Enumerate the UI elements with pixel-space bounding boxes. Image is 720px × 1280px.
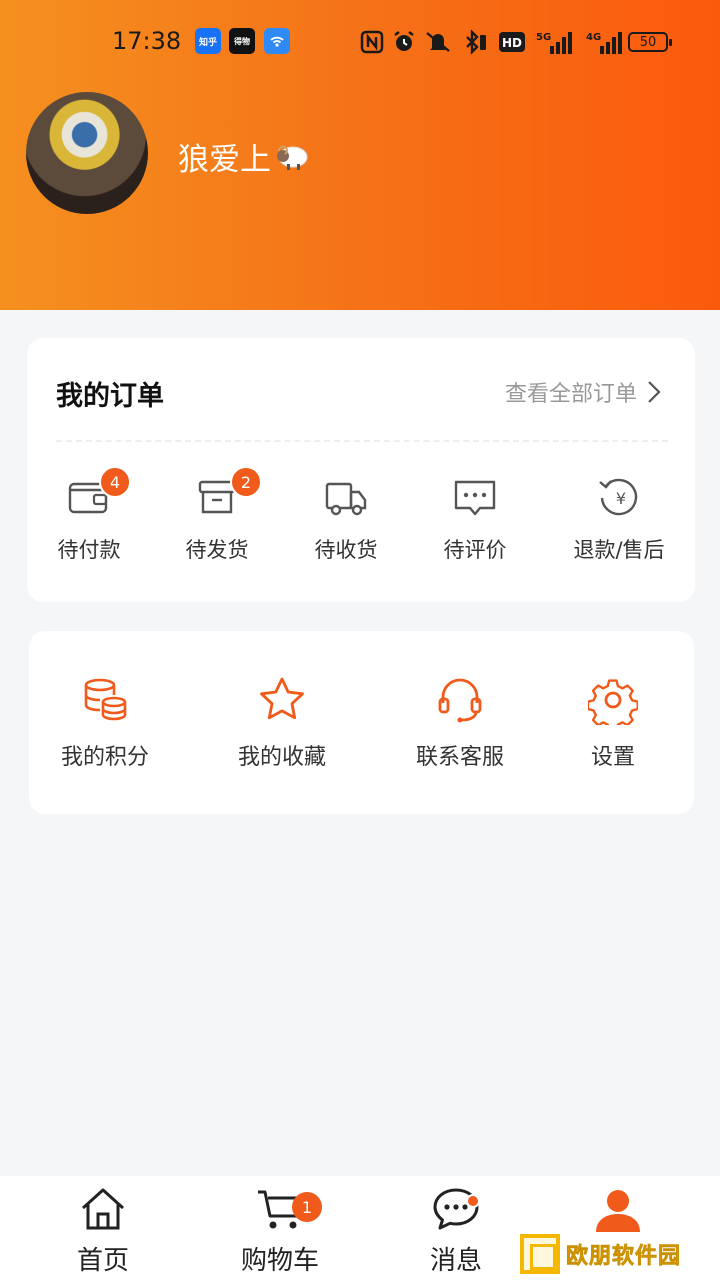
hd-icon: HD: [499, 32, 525, 52]
bluetooth-icon: [466, 30, 486, 54]
coins-icon: [84, 678, 127, 721]
svg-text:HD: HD: [502, 36, 522, 50]
star-icon: [260, 677, 304, 720]
orders-card: 我的订单 查看全部订单 4 待付款 2 待发货 待收货 待评价 ¥ 退款/售后: [27, 338, 695, 602]
watermark-icon: [520, 1234, 560, 1274]
zhihu-app-icon: 知乎: [195, 28, 221, 54]
nfc-icon: [360, 30, 384, 54]
tab-messages[interactable]: 消息: [386, 1186, 526, 1277]
pending-payment-badge: 4: [99, 466, 131, 498]
gear-icon: [588, 679, 638, 725]
truck-icon: [325, 482, 367, 516]
pending-shipment-badge: 2: [230, 466, 262, 498]
status-bar: 17:38 知乎 得物 HD 5G 4G 50: [0, 24, 720, 60]
service-label: 设置: [590, 745, 635, 770]
order-status-pending-review[interactable]: 待评价: [410, 474, 540, 564]
order-status-label: 待收货: [314, 538, 378, 562]
mute-icon: [426, 32, 450, 52]
tab-cart[interactable]: 1 购物车: [210, 1186, 350, 1277]
status-time: 17:38: [112, 27, 182, 55]
profile-header: 17:38 知乎 得物 HD 5G 4G 50 狼爱上: [0, 0, 720, 310]
services-card: 我的积分 我的收藏 联系客服 设置: [29, 631, 694, 814]
signal-5g-icon: 5G: [536, 32, 572, 54]
chevron-right-icon: [648, 381, 661, 403]
battery-indicator: 50: [628, 32, 672, 52]
orders-title: 我的订单: [56, 381, 164, 412]
service-label: 我的积分: [60, 745, 149, 770]
order-status-pending-payment[interactable]: 4 待付款: [24, 466, 154, 564]
sheep-emoji-icon: [277, 145, 308, 170]
service-label: 我的收藏: [237, 745, 326, 770]
order-status-pending-receipt[interactable]: 待收货: [281, 474, 411, 564]
service-customer-support[interactable]: 联系客服: [385, 675, 535, 771]
order-status-pending-shipment[interactable]: 2 待发货: [152, 466, 282, 564]
messages-dot: [466, 1194, 480, 1208]
svg-text:¥: ¥: [616, 489, 626, 508]
tab-label: 首页: [76, 1246, 129, 1276]
svg-text:5G: 5G: [536, 32, 551, 43]
order-status-refund[interactable]: ¥ 退款/售后: [554, 474, 684, 564]
message-icon: [433, 1188, 479, 1230]
watermark-logo: 欧朋软件园: [520, 1233, 716, 1275]
service-settings[interactable]: 设置: [538, 675, 688, 771]
view-all-orders-label: 查看全部订单: [504, 382, 637, 407]
service-points[interactable]: 我的积分: [30, 675, 180, 771]
alarm-icon: [394, 31, 414, 51]
service-favorites[interactable]: 我的收藏: [207, 675, 357, 771]
svg-text:4G: 4G: [586, 32, 601, 43]
user-icon: [596, 1190, 640, 1232]
service-label: 联系客服: [415, 745, 504, 770]
view-all-orders-link[interactable]: 查看全部订单: [505, 376, 661, 408]
wifi-app-icon: [264, 28, 290, 54]
headset-icon: [438, 678, 482, 723]
username[interactable]: 狼爱上: [178, 134, 309, 179]
tab-label: 购物车: [240, 1246, 319, 1276]
tab-label: 消息: [429, 1246, 482, 1276]
order-status-label: 待付款: [57, 538, 121, 562]
divider: [56, 440, 668, 442]
avatar[interactable]: [26, 92, 148, 214]
refund-icon: ¥: [599, 478, 638, 516]
order-status-label: 待发货: [185, 538, 249, 562]
order-status-label: 退款/售后: [573, 538, 665, 562]
cart-badge: 1: [292, 1192, 322, 1222]
order-status-label: 待评价: [443, 538, 507, 562]
watermark-text: 欧朋软件园: [566, 1244, 682, 1270]
signal-4g-icon: 4G: [586, 32, 622, 54]
comment-icon: [454, 480, 496, 516]
dewu-app-icon: 得物: [229, 28, 255, 54]
username-text: 狼爱上: [178, 142, 271, 178]
home-icon: [81, 1188, 125, 1230]
tab-home[interactable]: 首页: [33, 1186, 173, 1277]
